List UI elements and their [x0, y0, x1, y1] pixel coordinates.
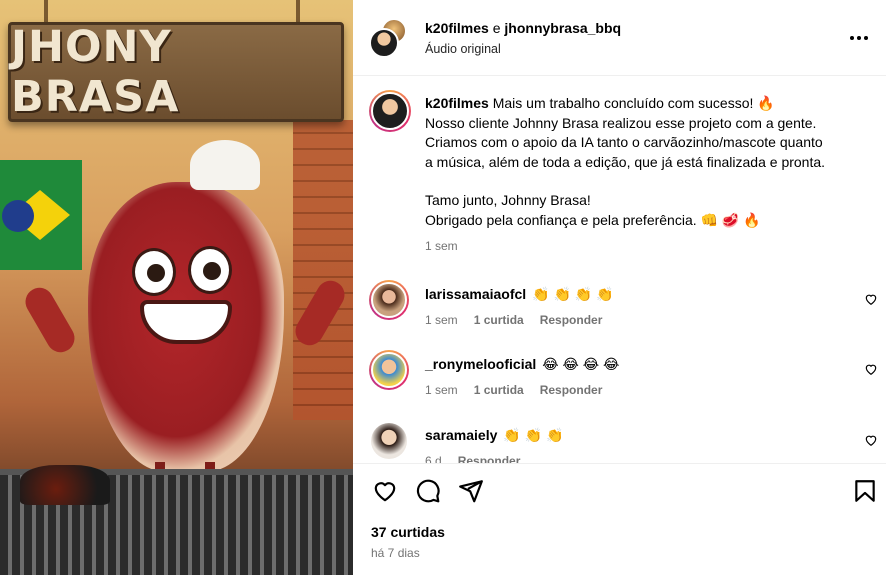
- header-user1[interactable]: k20filmes: [425, 20, 489, 36]
- mascot-right-eye: [188, 246, 232, 294]
- charcoal-pile: [20, 465, 110, 505]
- post-image[interactable]: JHONY BRASA: [0, 0, 353, 575]
- brazil-flag: [0, 160, 82, 270]
- post-header: k20filmes e jhonnybrasa_bbq Áudio origin…: [353, 0, 886, 76]
- heart-icon[interactable]: [372, 478, 398, 504]
- caption-line6: Obrigado pela confiança e pela preferênc…: [425, 211, 761, 228]
- comment-username[interactable]: larissamaiaofcl: [425, 286, 526, 302]
- comment-username[interactable]: _ronymelooficial: [425, 356, 536, 372]
- comment-text: saramaiely 👏 👏 👏: [425, 427, 563, 444]
- caption-line1: Mais um trabalho concluído com sucesso! …: [492, 95, 775, 111]
- comment-item: larissamaiaofcl 👏 👏 👏 👏 1 sem 1 curtida R…: [353, 280, 886, 344]
- header-usernames: k20filmes e jhonnybrasa_bbq: [425, 20, 621, 36]
- comment-heart-icon[interactable]: [864, 292, 878, 306]
- brick-wall: [293, 120, 353, 420]
- comment-time[interactable]: 6 d: [425, 454, 442, 463]
- caption-line3: Criamos com o apoio da IA tanto o carvão…: [425, 134, 823, 150]
- comment-body: 😂 😂 😂 😂: [542, 356, 620, 372]
- post-panel: k20filmes e jhonnybrasa_bbq Áudio origin…: [353, 0, 886, 575]
- sign-text: JHONY BRASA: [11, 22, 180, 122]
- reply-button[interactable]: Responder: [540, 313, 603, 327]
- caption-line4: a música, além de toda a edição, que já …: [425, 153, 826, 170]
- comment-time[interactable]: 1 sem: [425, 313, 458, 327]
- collab-avatars[interactable]: [369, 18, 409, 58]
- chef-hat: [190, 140, 260, 190]
- comment-body: 👏 👏 👏: [503, 427, 564, 443]
- caption-line2: Nosso cliente Johnny Brasa realizou esse…: [425, 114, 817, 131]
- comment-body: 👏 👏 👏 👏: [532, 286, 614, 302]
- caption-username[interactable]: k20filmes: [425, 95, 489, 111]
- comment-heart-icon[interactable]: [864, 433, 878, 447]
- mascot-left-eye: [132, 248, 176, 296]
- actions-divider: [353, 463, 886, 464]
- comment-text: _ronymelooficial 😂 😂 😂 😂: [425, 356, 619, 373]
- commenter-avatar[interactable]: [369, 350, 409, 390]
- comment-meta: 1 sem 1 curtida Responder: [425, 313, 602, 327]
- caption-line5: Tamo junto, Johnny Brasa!: [425, 192, 591, 208]
- comment-heart-icon[interactable]: [864, 362, 878, 376]
- comment-meta: 6 d Responder: [425, 454, 520, 463]
- comment-meta: 1 sem 1 curtida Responder: [425, 383, 602, 397]
- comment-likes[interactable]: 1 curtida: [474, 313, 524, 327]
- likes-count[interactable]: 37 curtidas: [371, 524, 445, 540]
- comment-item: _ronymelooficial 😂 😂 😂 😂 1 sem 1 curtida …: [353, 350, 886, 414]
- caption-avatar[interactable]: [369, 90, 411, 132]
- caption-time[interactable]: 1 sem: [425, 239, 458, 253]
- comments-area[interactable]: k20filmes Mais um trabalho concluído com…: [353, 77, 886, 463]
- header-connector: e: [488, 20, 505, 36]
- post-actions: [369, 478, 875, 506]
- audio-link[interactable]: Áudio original: [425, 42, 501, 56]
- comment-text: larissamaiaofcl 👏 👏 👏 👏: [425, 286, 614, 303]
- avatar-k20filmes[interactable]: [369, 28, 399, 58]
- comment-item: saramaiely 👏 👏 👏 6 d Responder: [353, 421, 886, 463]
- post-date[interactable]: há 7 dias: [371, 546, 420, 560]
- comment-time[interactable]: 1 sem: [425, 383, 458, 397]
- comment-likes[interactable]: 1 curtida: [474, 383, 524, 397]
- wooden-sign: JHONY BRASA: [8, 22, 344, 122]
- bookmark-icon[interactable]: [852, 478, 878, 504]
- post-caption: k20filmes Mais um trabalho concluído com…: [425, 94, 865, 230]
- share-icon[interactable]: [458, 478, 484, 504]
- commenter-avatar[interactable]: [371, 423, 407, 459]
- commenter-avatar[interactable]: [369, 280, 409, 320]
- more-horizontal-icon[interactable]: [850, 28, 872, 48]
- comment-username[interactable]: saramaiely: [425, 427, 497, 443]
- reply-button[interactable]: Responder: [540, 383, 603, 397]
- header-user2[interactable]: jhonnybrasa_bbq: [504, 20, 621, 36]
- reply-button[interactable]: Responder: [458, 454, 521, 463]
- comment-icon[interactable]: [415, 478, 441, 504]
